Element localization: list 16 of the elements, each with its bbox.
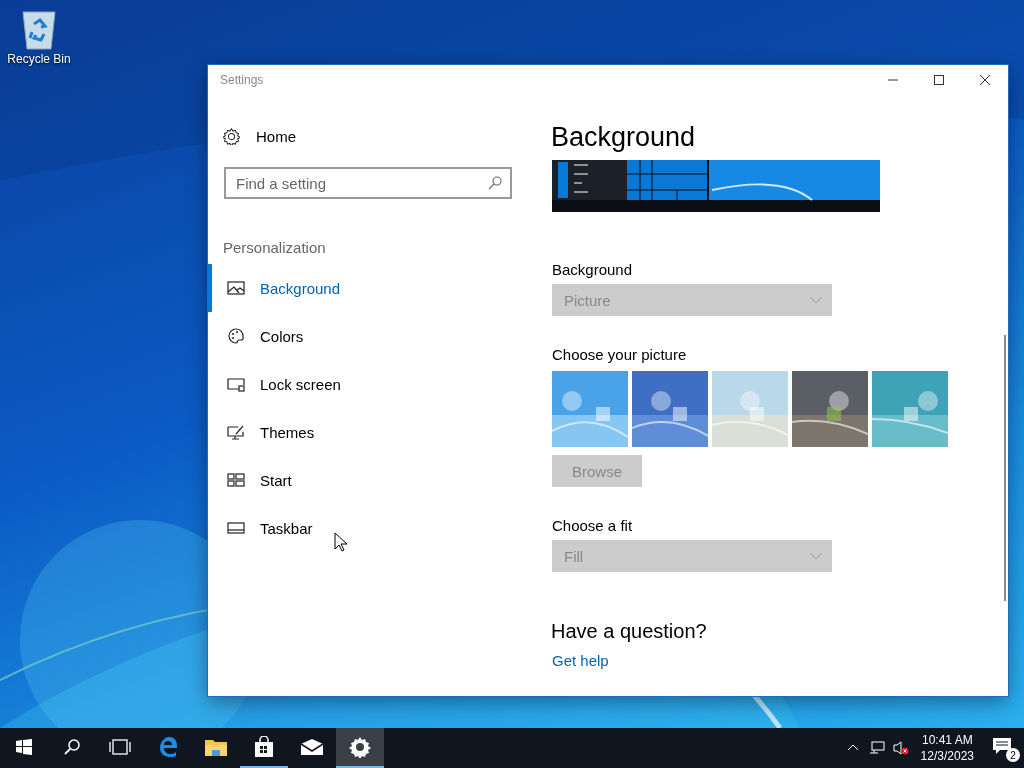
task-view-icon: [109, 739, 131, 755]
shopping-bag-icon: [253, 736, 275, 758]
clock-date: 12/3/2023: [920, 748, 974, 764]
network-icon[interactable]: [868, 740, 885, 756]
message-icon[interactable]: [992, 736, 1012, 756]
browser-icon: [157, 736, 179, 758]
notification-count: 2: [1006, 748, 1020, 762]
gear-icon: [349, 736, 371, 758]
clock-time: 10:41 AM: [921, 732, 973, 748]
taskbar-button[interactable]: [336, 728, 384, 768]
folder-icon: [204, 737, 228, 757]
windows-logo-icon: [16, 739, 32, 755]
search-icon: [63, 738, 81, 756]
clock[interactable]: 10:41 AM 12/3/2023: [920, 732, 974, 764]
envelope-icon: [300, 738, 324, 756]
muted-speaker-icon[interactable]: [892, 740, 909, 756]
